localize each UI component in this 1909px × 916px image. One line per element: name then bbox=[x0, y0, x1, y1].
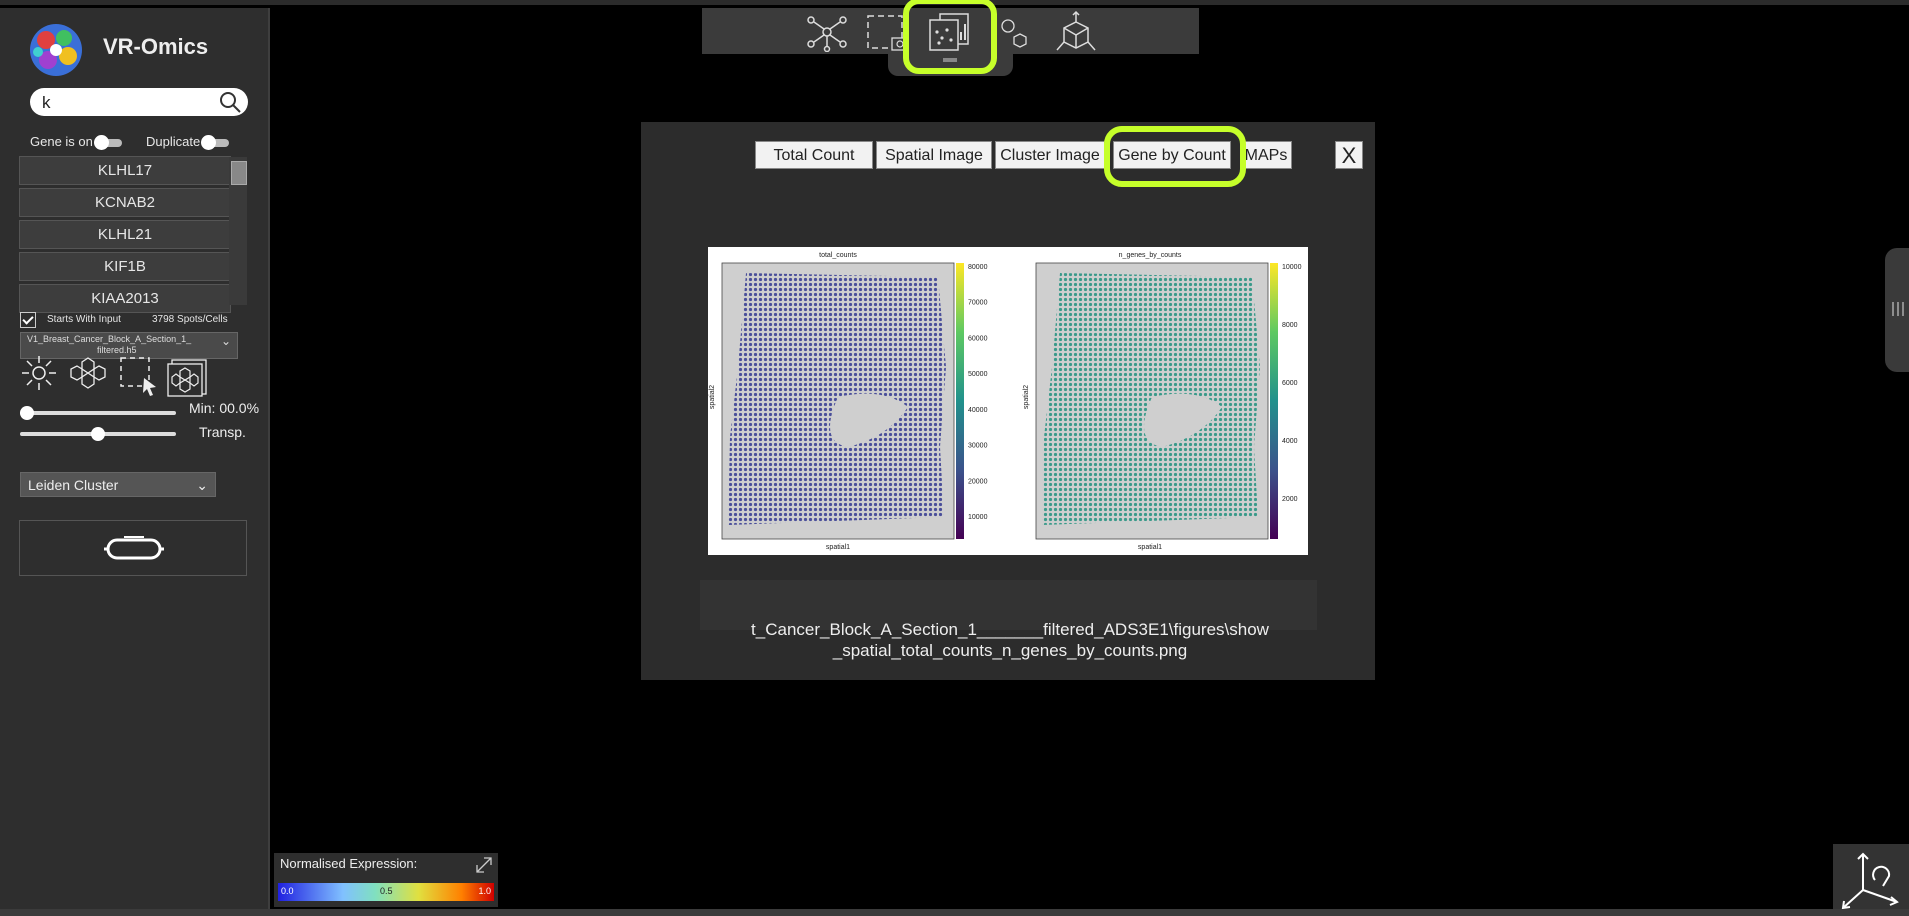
axes-rotate-icon bbox=[1841, 852, 1899, 910]
min-label: Min: 00.0% bbox=[189, 400, 260, 416]
transparency-slider[interactable] bbox=[20, 427, 176, 441]
gene-is-on-label: Gene is on bbox=[30, 134, 93, 149]
search-icon[interactable] bbox=[218, 91, 242, 113]
left-colorbar-tick: 20000 bbox=[968, 478, 988, 485]
left-colorbar-tick: 50000 bbox=[968, 371, 988, 378]
tab-spatial-image[interactable]: Spatial Image bbox=[876, 141, 992, 169]
grip-icon bbox=[1892, 302, 1904, 316]
min-slider[interactable] bbox=[20, 406, 176, 420]
right-plot-xlabel: spatial1 bbox=[1138, 544, 1162, 551]
left-tissue bbox=[728, 273, 946, 525]
vr-headset-button[interactable] bbox=[19, 520, 247, 576]
transparency-slider-knob[interactable] bbox=[91, 427, 105, 441]
cluster-dropdown[interactable]: Leiden Cluster ⌄ bbox=[20, 472, 216, 497]
vr-headset-icon bbox=[104, 536, 164, 560]
chevron-down-icon: ⌄ bbox=[196, 477, 208, 493]
left-plot-xlabel: spatial1 bbox=[826, 544, 850, 551]
right-colorbar-tick: 4000 bbox=[1282, 438, 1298, 445]
duplicate-label: Duplicate bbox=[146, 134, 201, 149]
dataset-name-line1: V1_Breast_Cancer_Block_A_Section_1_ bbox=[27, 334, 192, 344]
left-plot-ylabel: spatial2 bbox=[709, 385, 716, 409]
search-box[interactable] bbox=[30, 88, 248, 116]
search-input[interactable] bbox=[40, 92, 214, 114]
right-plot-title: n_genes_by_counts bbox=[1119, 252, 1182, 259]
shapes-icon[interactable] bbox=[1000, 14, 1030, 50]
lasso-select-icon[interactable] bbox=[118, 354, 160, 396]
active-tab-highlight bbox=[1104, 126, 1246, 187]
gene-list-item[interactable]: KLHL21 bbox=[19, 220, 231, 249]
bottom-bar bbox=[0, 909, 1909, 916]
sun-icon[interactable] bbox=[20, 354, 58, 392]
app-logo-icon bbox=[30, 24, 82, 76]
gene-list-item[interactable]: KIF1B bbox=[19, 252, 231, 281]
tab-maps[interactable]: MAPs bbox=[1240, 141, 1292, 169]
network-graph-icon[interactable] bbox=[806, 12, 848, 52]
starts-with-input-checkbox[interactable] bbox=[20, 312, 36, 328]
tab-cluster-image[interactable]: Cluster Image bbox=[995, 141, 1105, 169]
sidebar: VR-Omics Gene is on Duplicate KLHL17 KCN… bbox=[0, 8, 270, 916]
right-colorbar-tick: 6000 bbox=[1282, 380, 1298, 387]
spatial-figure: total_counts spatial2 spatial1 80000 7000… bbox=[708, 247, 1308, 555]
gene-list-item[interactable]: KIAA2013 bbox=[19, 284, 231, 313]
cluster-dropdown-value: Leiden Cluster bbox=[28, 477, 119, 493]
right-tissue bbox=[1042, 273, 1260, 525]
left-colorbar-tick: 80000 bbox=[968, 264, 988, 271]
left-colorbar-tick: 30000 bbox=[968, 443, 988, 450]
tab-total-count[interactable]: Total Count bbox=[755, 141, 873, 169]
legend-colorbar: 0.0 0.5 1.0 bbox=[278, 883, 494, 901]
expression-legend: Normalised Expression: 0.0 0.5 1.0 bbox=[274, 853, 498, 907]
chevron-down-icon: ⌄ bbox=[220, 334, 231, 348]
app-title: VR-Omics bbox=[103, 34, 209, 59]
left-plot-title: total_counts bbox=[819, 252, 857, 259]
left-colorbar-tick: 40000 bbox=[968, 407, 988, 414]
spatial-figure-svg: total_counts spatial2 spatial1 80000 7000… bbox=[709, 252, 1302, 551]
gene-list-item[interactable]: KLHL17 bbox=[19, 156, 231, 185]
toolbar-highlight bbox=[903, 0, 997, 74]
gene-list: KLHL17 KCNAB2 KLHL21 KIF1B KIAA2013 bbox=[19, 156, 231, 316]
duplicate-toggle[interactable] bbox=[201, 135, 229, 150]
image-path-line2: _spatial_total_counts_n_genes_by_counts.… bbox=[832, 641, 1188, 660]
right-plot-ylabel: spatial2 bbox=[1023, 385, 1030, 409]
image-path-line1: t_Cancer_Block_A_Section_1_______filtere… bbox=[751, 620, 1269, 639]
gene-list-scrollbar[interactable] bbox=[229, 157, 247, 305]
transparency-label: Transp. bbox=[199, 424, 246, 440]
right-colorbar-tick: 10000 bbox=[1282, 264, 1302, 271]
right-colorbar-tick: 2000 bbox=[1282, 496, 1298, 503]
expand-icon[interactable] bbox=[474, 855, 494, 875]
hexagon-layers-icon[interactable] bbox=[166, 358, 210, 398]
axes-orientation-button[interactable] bbox=[1833, 844, 1909, 916]
right-colorbar bbox=[1270, 263, 1278, 539]
left-colorbar-tick: 10000 bbox=[968, 514, 988, 521]
legend-min: 0.0 bbox=[281, 886, 294, 896]
left-colorbar-tick: 60000 bbox=[968, 335, 988, 342]
gene-list-item[interactable]: KCNAB2 bbox=[19, 188, 231, 217]
close-button[interactable]: X bbox=[1335, 141, 1363, 169]
image-path: t_Cancer_Block_A_Section_1_______filtere… bbox=[660, 619, 1360, 661]
right-colorbar-tick: 8000 bbox=[1282, 322, 1298, 329]
scrollbar-thumb[interactable] bbox=[231, 161, 247, 185]
gene-is-on-toggle[interactable] bbox=[94, 135, 122, 150]
right-panel-handle[interactable] bbox=[1885, 248, 1909, 372]
legend-mid: 0.5 bbox=[380, 886, 393, 896]
spots-count: 3798 Spots/Cells bbox=[152, 314, 228, 325]
legend-title: Normalised Expression: bbox=[280, 856, 418, 871]
starts-with-input-label: Starts With Input bbox=[47, 314, 121, 325]
min-slider-knob[interactable] bbox=[20, 406, 34, 420]
left-colorbar-tick: 70000 bbox=[968, 300, 988, 307]
legend-max: 1.0 bbox=[478, 886, 491, 896]
hexagon-grid-icon[interactable] bbox=[68, 354, 108, 392]
3d-cube-icon[interactable] bbox=[1054, 10, 1098, 54]
left-colorbar bbox=[956, 263, 964, 539]
